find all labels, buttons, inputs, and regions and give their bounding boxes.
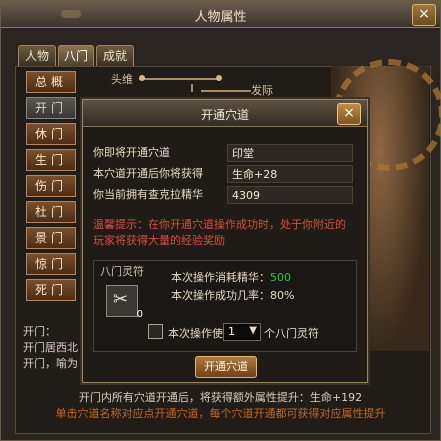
side-item-shangmen[interactable]: 伤门 [26,175,76,197]
consume-text: 本次操作消耗精华：500 [171,269,291,285]
gate-hint-text: 单击穴道名称对应点开通穴道，每个穴道开通都可获得对应属性提升 [55,407,386,420]
row-reward: 本穴道开通后你将获得 生命+28 [93,165,353,183]
row-label: 本穴道开通后你将获得 [93,167,203,180]
use-talisman-checkbox[interactable] [148,324,163,339]
dialog-titlebar: 开通穴道 × [83,100,367,127]
side-item-kaimen[interactable]: 开门 [26,97,76,119]
row-value: 4309 [227,186,353,204]
talisman-icon: ✂ [113,289,129,310]
side-item-xiumen[interactable]: 休门 [26,123,76,145]
open-acupoint-button[interactable]: 开通穴道 [195,356,257,378]
gate-bonus-text: 开门内所有穴道开通后，将获得额外属性提升：生命+192 [78,391,363,404]
talisman-slot[interactable]: ✂ 0 [106,285,143,320]
row-value: 印堂 [227,144,353,162]
meridian-line [201,90,251,92]
character-attributes-window: 人物属性 × 人物 八门 成就 总概 开门 休门 生门 伤门 杜门 景门 惊门 … [0,0,441,441]
talisman-panel: 八门灵符 ✂ 0 本次操作消耗精华：500 本次操作成功几率：80% 本次操作使… [93,260,357,352]
tab-achievements[interactable]: 成就 [96,45,134,66]
dialog-close-button[interactable]: × [337,103,361,125]
acupoint-dot[interactable] [139,75,145,81]
row-essence: 你当前拥有查克拉精华 4309 [93,186,353,204]
acupoint-dot[interactable] [216,75,222,81]
talisman-count: 0 [136,309,143,320]
tab-character[interactable]: 人物 [18,45,56,66]
row-label: 你即将开通穴道 [93,146,170,159]
use-talisman-row: 本次操作使用 1 ▼ 个八门灵符 [148,323,348,341]
talisman-quantity-value: 1 [228,325,235,338]
acupoint-touwei[interactable]: 头维 [111,71,133,87]
warning-text: 温馨提示：在你开通穴道操作成功时，处于你附近的玩家将获得大量的经验奖励 [93,218,346,247]
row-value: 生命+28 [227,165,353,183]
row-acupoint: 你即将开通穴道 印堂 [93,144,353,162]
consume-label: 本次操作消耗精华： [171,271,270,284]
window-title: 人物属性 [194,10,247,25]
use-talisman-suffix: 个八门灵符 [264,327,319,340]
side-item-jingmen[interactable]: 景门 [26,227,76,249]
open-acupoint-dialog: 开通穴道 × 你即将开通穴道 印堂 本穴道开通后你将获得 生命+28 你当前拥有… [82,99,368,383]
success-rate-text: 本次操作成功几率：80% [171,289,295,302]
side-item-jingmen-2[interactable]: 惊门 [26,253,76,275]
side-item-overview[interactable]: 总概 [26,71,76,93]
tab-eight-gates[interactable]: 八门 [58,45,94,66]
talisman-label: 八门灵符 [100,265,144,278]
side-item-dumen[interactable]: 杜门 [26,201,76,223]
window-titlebar: 人物属性 × [1,1,440,28]
consume-value: 500 [270,271,291,284]
meridian-line [139,78,219,80]
row-label: 你当前拥有查克拉精华 [93,188,203,201]
side-item-simen[interactable]: 死门 [26,279,76,301]
side-item-shengmen[interactable]: 生门 [26,149,76,171]
close-window-button[interactable]: × [412,4,436,26]
meridian-line [191,84,193,92]
talisman-quantity-select[interactable]: 1 ▼ [223,323,261,341]
acupoint-faji[interactable]: 发际 [251,82,273,98]
dialog-title: 开通穴道 [200,108,249,122]
chevron-down-icon: ▼ [249,325,257,336]
